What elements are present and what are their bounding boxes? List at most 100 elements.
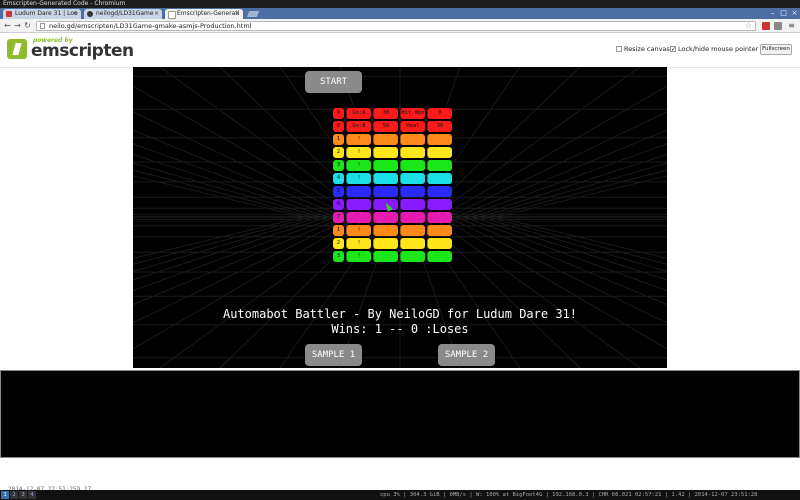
game-canvas[interactable]: START 0 Go:A 30 Hit Wpn 0 0 Go:B 50 Heal 30 1! 2! 3!… <box>133 67 667 368</box>
program-cell[interactable] <box>400 147 425 158</box>
maximize-icon[interactable]: □ <box>779 9 788 17</box>
page-icon <box>40 23 45 29</box>
program-cell[interactable] <box>427 225 452 236</box>
program-cell[interactable] <box>427 212 452 223</box>
system-taskbar: 1 2 3 4 cpu 3% | 304.3 GiB | 0MB/s | W: … <box>0 490 800 500</box>
row-index-cell[interactable]: 3 <box>333 160 344 171</box>
status-bar-text: cpu 3% | 304.3 GiB | 0MB/s | W: 100% at … <box>380 492 758 498</box>
back-button[interactable]: ← <box>3 21 12 30</box>
output-console[interactable] <box>0 370 800 458</box>
row-index-cell[interactable]: 7 <box>333 212 344 223</box>
workspace-3-button[interactable]: 3 <box>19 491 27 499</box>
program-cell[interactable]: ! <box>346 225 371 236</box>
program-cell[interactable]: ! <box>346 147 371 158</box>
program-cell[interactable] <box>427 199 452 210</box>
resize-canvas-checkbox[interactable] <box>616 46 622 52</box>
workspace-2-button[interactable]: 2 <box>10 491 18 499</box>
program-cell[interactable] <box>400 134 425 145</box>
program-cell[interactable]: 0 <box>427 108 452 119</box>
program-cell[interactable] <box>400 173 425 184</box>
sample-2-button[interactable]: SAMPLE 2 <box>438 344 495 366</box>
program-cell[interactable] <box>400 251 425 262</box>
program-cell[interactable]: 30 <box>427 121 452 132</box>
program-cell[interactable] <box>373 238 398 249</box>
fullscreen-button[interactable]: Fullscreen <box>760 44 792 55</box>
row-index-cell[interactable]: 2 <box>333 238 344 249</box>
tab-emscripten[interactable]: Emscripten-Generati × <box>165 9 243 19</box>
program-cell[interactable]: Heal <box>400 121 425 132</box>
program-cell[interactable] <box>346 186 371 197</box>
row-index-cell[interactable]: 0 <box>333 121 344 132</box>
program-cell[interactable] <box>427 251 452 262</box>
program-cell[interactable]: Hit Wpn <box>400 108 425 119</box>
close-tab-icon[interactable]: × <box>73 9 78 19</box>
program-cell[interactable]: ! <box>346 238 371 249</box>
row-index-cell[interactable]: 1 <box>333 225 344 236</box>
program-cell[interactable]: ! <box>346 251 371 262</box>
workspace-1-button[interactable]: 1 <box>1 491 9 499</box>
tab-github[interactable]: neilogd/LD31Game × <box>84 9 162 19</box>
program-cell[interactable] <box>346 212 371 223</box>
program-cell[interactable] <box>427 173 452 184</box>
github-favicon-icon <box>87 11 93 17</box>
browser-toolbar: ← → ↻ neilo.gd/emscripten/LD31Game-gmake… <box>0 19 800 33</box>
program-cell[interactable] <box>400 212 425 223</box>
tab-strip: Ludum Dare 31 | Loo × neilogd/LD31Game ×… <box>0 8 800 19</box>
program-cell[interactable] <box>373 147 398 158</box>
lock-pointer-label: Lock/hide mouse pointer <box>678 45 759 53</box>
row-index-cell[interactable]: 1 <box>333 134 344 145</box>
program-cell[interactable] <box>427 160 452 171</box>
bookmark-star-icon[interactable]: ☆ <box>745 22 752 30</box>
program-cell[interactable]: 30 <box>373 108 398 119</box>
program-cell[interactable]: ! <box>346 160 371 171</box>
game-title-text: Automabot Battler - By NeiloGD for Ludum… <box>222 307 577 321</box>
tab-label: Ludum Dare 31 | Loo <box>15 10 78 17</box>
program-cell[interactable]: Go:B <box>346 121 371 132</box>
program-cell[interactable] <box>373 251 398 262</box>
program-cell[interactable] <box>427 186 452 197</box>
program-cell[interactable] <box>373 212 398 223</box>
row-index-cell[interactable]: 5 <box>333 186 344 197</box>
program-cell[interactable] <box>346 199 371 210</box>
menu-icon[interactable]: ≡ <box>787 21 796 30</box>
forward-button[interactable]: → <box>13 21 22 30</box>
program-cell[interactable] <box>400 186 425 197</box>
extension-icon[interactable] <box>762 22 770 30</box>
row-index-cell[interactable]: 2 <box>333 147 344 158</box>
program-cell[interactable] <box>373 225 398 236</box>
start-button[interactable]: START <box>305 71 362 93</box>
program-cell[interactable] <box>400 238 425 249</box>
resize-canvas-label: Resize canvas <box>624 45 670 53</box>
address-bar[interactable]: neilo.gd/emscripten/LD31Game-gmake-asmjs… <box>36 21 756 31</box>
minimize-icon[interactable]: – <box>768 9 777 17</box>
close-tab-icon[interactable]: × <box>154 9 159 19</box>
row-index-cell[interactable]: 3 <box>333 251 344 262</box>
workspace-4-button[interactable]: 4 <box>28 491 36 499</box>
program-cell[interactable] <box>427 238 452 249</box>
row-index-cell[interactable]: 4 <box>333 173 344 184</box>
program-cell[interactable] <box>373 134 398 145</box>
new-tab-button[interactable] <box>246 11 260 17</box>
row-index-cell[interactable]: 0 <box>333 108 344 119</box>
program-cell[interactable] <box>400 199 425 210</box>
sample-1-button[interactable]: SAMPLE 1 <box>305 344 362 366</box>
program-cell[interactable] <box>373 173 398 184</box>
program-cell[interactable] <box>373 160 398 171</box>
program-cell[interactable] <box>427 147 452 158</box>
row-index-cell[interactable]: 6 <box>333 199 344 210</box>
close-tab-icon[interactable]: × <box>235 9 240 19</box>
extension-icon[interactable] <box>774 22 782 30</box>
reload-button[interactable]: ↻ <box>23 21 32 30</box>
program-cell[interactable] <box>373 186 398 197</box>
program-cell[interactable] <box>400 160 425 171</box>
program-cell[interactable]: ! <box>346 173 371 184</box>
program-cell[interactable] <box>400 225 425 236</box>
lock-pointer-checkbox[interactable]: ✓ <box>670 46 676 53</box>
program-cell[interactable]: ! <box>346 134 371 145</box>
ludum-dare-favicon-icon <box>6 11 12 17</box>
program-cell[interactable]: Go:A <box>346 108 371 119</box>
tab-ludum-dare[interactable]: Ludum Dare 31 | Loo × <box>3 9 81 19</box>
program-cell[interactable]: 50 <box>373 121 398 132</box>
program-cell[interactable] <box>427 134 452 145</box>
close-window-icon[interactable]: × <box>790 9 799 17</box>
